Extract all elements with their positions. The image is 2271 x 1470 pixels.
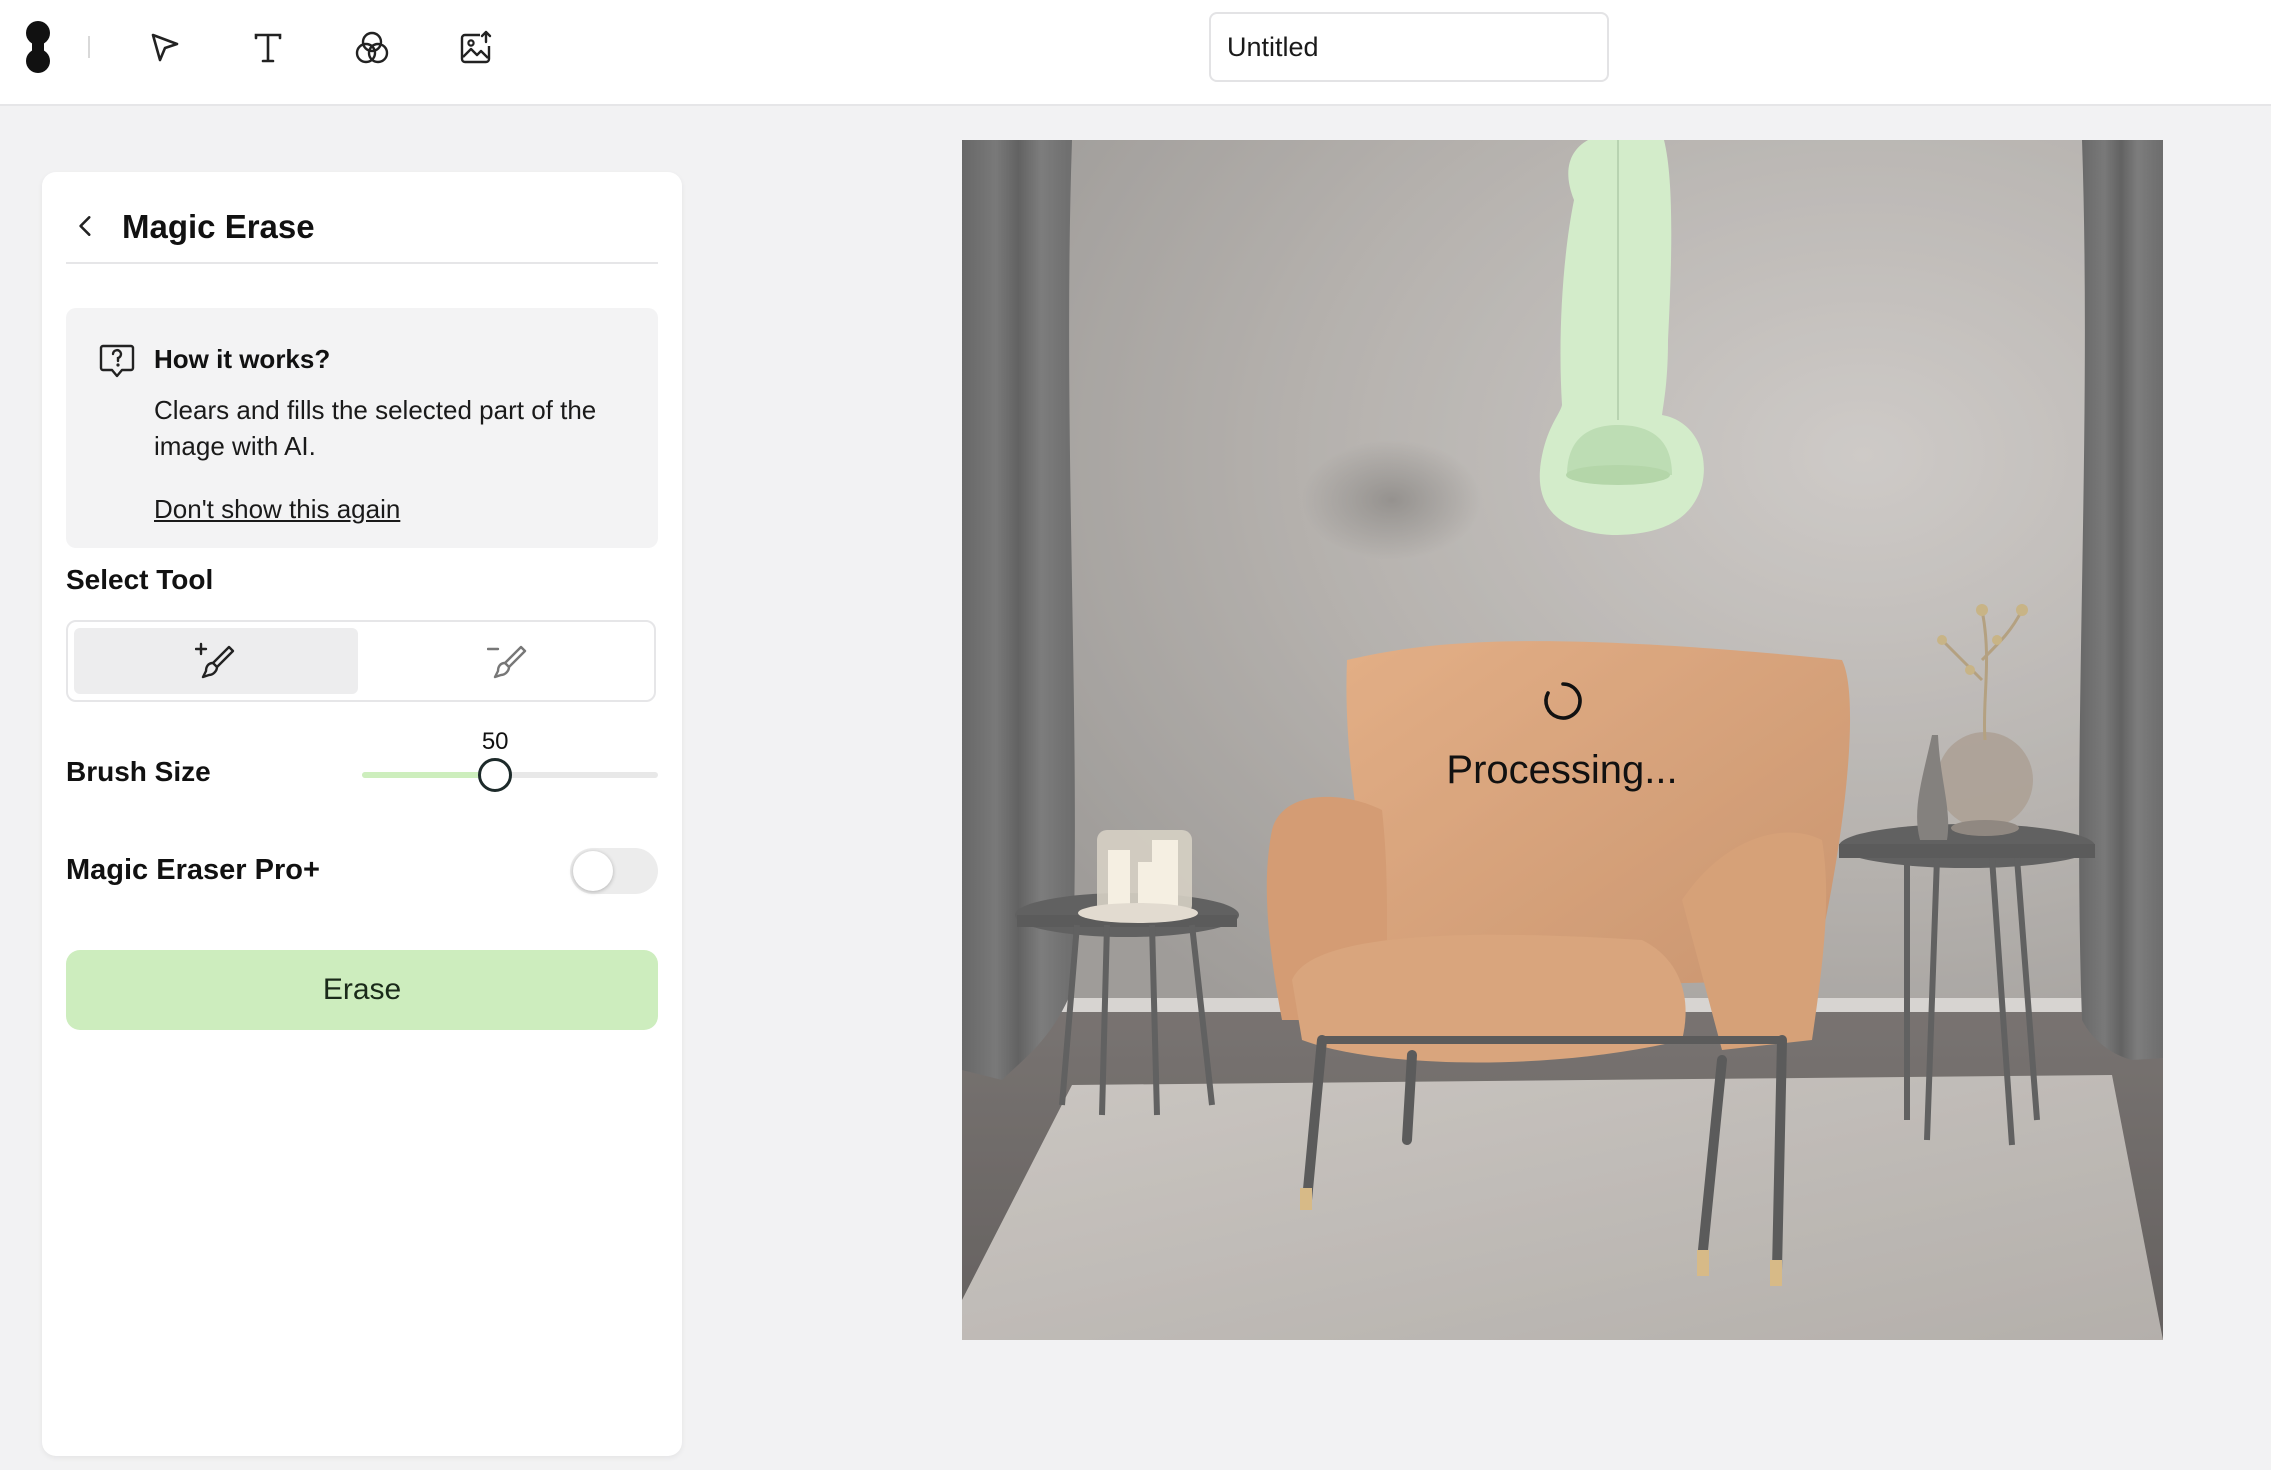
toolbar-divider [88, 36, 90, 58]
document-title-input[interactable] [1209, 12, 1609, 82]
pro-mode-toggle[interactable] [570, 848, 658, 894]
filters-tool-button[interactable] [346, 22, 398, 74]
select-tool-button[interactable] [138, 22, 190, 74]
brush-size-label: Brush Size [66, 756, 211, 787]
overlapping-circles-icon [355, 31, 389, 64]
how-it-works-box: How it works? Clears and fills the selec… [66, 308, 658, 548]
top-toolbar [0, 0, 2271, 106]
add-brush-button[interactable] [74, 628, 358, 694]
processing-overlay [962, 140, 2163, 1340]
brush-size-slider[interactable] [362, 758, 658, 792]
chevron-left-icon [79, 216, 91, 236]
help-bubble-icon [99, 344, 135, 378]
brush-add-icon [195, 642, 235, 679]
panel-title: Magic Erase [122, 208, 315, 245]
magic-erase-panel: Magic Erase How it works? Clears and fil… [42, 172, 682, 1456]
remove-brush-button[interactable] [366, 628, 650, 694]
cursor-arrow-icon [151, 33, 179, 62]
erase-button[interactable]: Erase [66, 950, 658, 1030]
dont-show-again-link[interactable]: Don't show this again [154, 494, 400, 525]
toggle-knob [573, 851, 613, 891]
slider-fill [362, 772, 496, 778]
panel-header: Magic Erase [66, 194, 658, 264]
image-add-icon [460, 30, 492, 64]
image-upload-button[interactable] [450, 22, 502, 74]
back-button[interactable] [66, 206, 106, 246]
canvas-image[interactable]: Processing... [962, 140, 2163, 1340]
brush-size-value: 50 [481, 728, 509, 755]
brush-remove-icon [487, 645, 527, 679]
loading-spinner-icon [1544, 682, 1582, 720]
processing-status: Processing... [1446, 748, 1678, 792]
text-T-icon [254, 33, 282, 63]
brand-logo-icon[interactable] [22, 20, 54, 74]
brush-mode-toggle [66, 620, 656, 702]
info-title: How it works? [154, 344, 331, 374]
slider-thumb[interactable] [478, 758, 513, 792]
pro-mode-label: Magic Eraser Pro+ [66, 854, 320, 886]
info-text: Clears and fills the selected part of th… [154, 395, 597, 461]
text-tool-button[interactable] [242, 22, 294, 74]
select-tool-label: Select Tool [66, 564, 214, 595]
